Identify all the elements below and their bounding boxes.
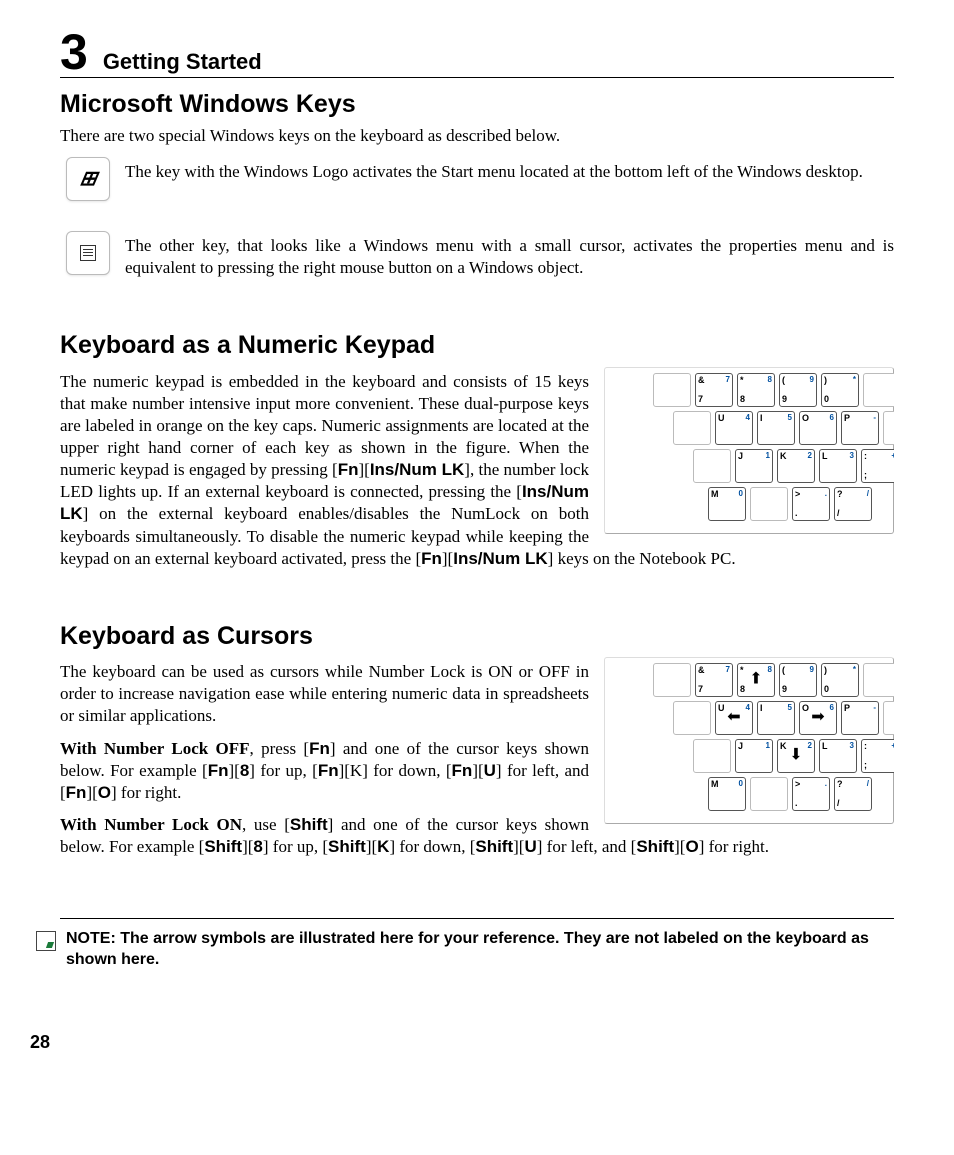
cursor-diagram: &77*88⬆(99)*0 U4⬅I5O6➡P- J1K2⬇L3:+; M0 >..?/…	[604, 657, 894, 824]
note-icon	[36, 931, 56, 951]
diagram-key	[883, 411, 894, 445]
diagram-key	[750, 487, 788, 521]
diagram-key: )*0	[821, 373, 859, 407]
arrow-icon: ⬆	[749, 670, 762, 691]
note-row: NOTE: The arrow symbols are illustrated …	[60, 929, 894, 971]
page-number: 28	[30, 1031, 894, 1054]
diagram-key: K2	[777, 449, 815, 483]
separator	[60, 918, 894, 919]
diagram-key: K2⬇	[777, 739, 815, 773]
note-text: NOTE: The arrow symbols are illustrated …	[66, 929, 894, 971]
diagram-key: ?//	[834, 487, 872, 521]
diagram-key	[673, 701, 711, 735]
diagram-key	[750, 777, 788, 811]
heading-numeric-keypad: Keyboard as a Numeric Keypad	[60, 329, 894, 362]
win-logo-key-row: ⊞ The key with the Windows Logo activate…	[60, 157, 894, 201]
numpad-diagram-inner: &77*88(99)*0 U4I5O6P- J1K2L3:+; M0 >..?//	[604, 367, 894, 534]
diagram-key: M0	[708, 487, 746, 521]
diagram-key: L3	[819, 449, 857, 483]
diagram-key: ?//	[834, 777, 872, 811]
heading-windows-keys: Microsoft Windows Keys	[60, 88, 894, 121]
diagram-key: &77	[695, 663, 733, 697]
diagram-key: *88⬆	[737, 663, 775, 697]
arrow-icon: ⬇	[789, 746, 802, 767]
diagram-key	[693, 739, 731, 773]
diagram-key	[863, 663, 894, 697]
arrow-icon: ➡	[811, 708, 824, 729]
diagram-key: &77	[695, 373, 733, 407]
arrow-icon: ⬅	[727, 708, 740, 729]
diagram-key: :+;	[861, 739, 894, 773]
diagram-key: :+;	[861, 449, 894, 483]
diagram-key: L3	[819, 739, 857, 773]
heading-keyboard-cursors: Keyboard as Cursors	[60, 620, 894, 653]
windows-logo-keycap: ⊞	[66, 157, 110, 201]
menu-key-row: The other key, that looks like a Windows…	[60, 231, 894, 289]
diagram-key: *88	[737, 373, 775, 407]
diagram-key: U4⬅	[715, 701, 753, 735]
diagram-key	[883, 701, 894, 735]
diagram-key: O6➡	[799, 701, 837, 735]
diagram-key: M0	[708, 777, 746, 811]
diagram-key	[693, 449, 731, 483]
chapter-number: 3	[60, 30, 88, 75]
diagram-key: (99	[779, 373, 817, 407]
diagram-key: P-	[841, 701, 879, 735]
diagram-key: U4	[715, 411, 753, 445]
diagram-key: P-	[841, 411, 879, 445]
menu-key-desc: The other key, that looks like a Windows…	[125, 235, 894, 279]
diagram-key	[653, 663, 691, 697]
diagram-key	[653, 373, 691, 407]
diagram-key: O6	[799, 411, 837, 445]
diagram-key: >..	[792, 487, 830, 521]
win-logo-desc: The key with the Windows Logo activates …	[125, 161, 894, 183]
windows-logo-icon: ⊞	[77, 166, 98, 192]
menu-keycap	[66, 231, 110, 275]
diagram-key: J1	[735, 739, 773, 773]
diagram-key	[673, 411, 711, 445]
diagram-key: J1	[735, 449, 773, 483]
diagram-key: )*0	[821, 663, 859, 697]
diagram-key	[863, 373, 894, 407]
diagram-key: (99	[779, 663, 817, 697]
windows-intro: There are two special Windows keys on th…	[60, 125, 894, 147]
chapter-title: Getting Started	[103, 48, 262, 77]
menu-icon	[80, 245, 96, 261]
cursor-diagram-inner: &77*88⬆(99)*0 U4⬅I5O6➡P- J1K2⬇L3:+; M0 >..?/…	[604, 657, 894, 824]
diagram-key: I5	[757, 411, 795, 445]
chapter-header: 3 Getting Started	[60, 30, 894, 78]
numpad-diagram: &77*88(99)*0 U4I5O6P- J1K2L3:+; M0 >..?//	[604, 367, 894, 534]
diagram-key: I5	[757, 701, 795, 735]
diagram-key: >..	[792, 777, 830, 811]
